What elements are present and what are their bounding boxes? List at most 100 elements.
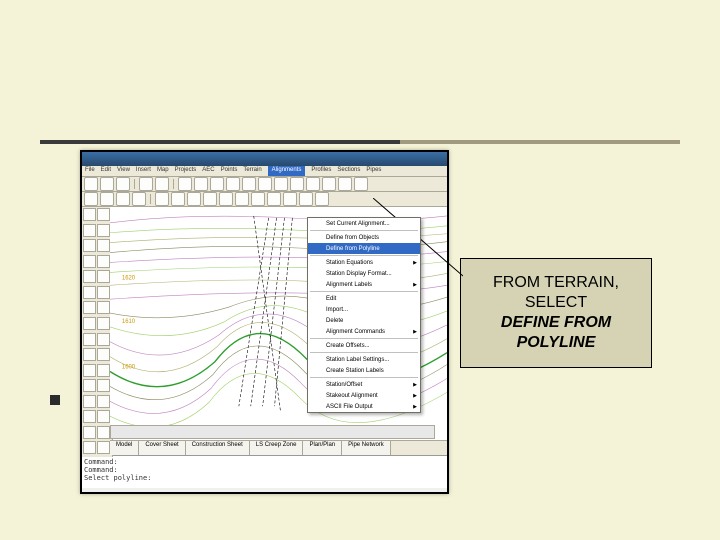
menu-item[interactable]: Create Offsets...: [308, 340, 420, 351]
menu-sections[interactable]: Sections: [337, 166, 360, 176]
side-tool[interactable]: [83, 410, 96, 423]
side-tool[interactable]: [83, 426, 96, 439]
side-tool[interactable]: [83, 364, 96, 377]
toolbar-button[interactable]: [171, 192, 185, 206]
side-tool[interactable]: [83, 348, 96, 361]
menu-item[interactable]: ASCII File Output: [308, 401, 420, 412]
menu-item[interactable]: Alignment Labels: [308, 279, 420, 290]
menubar[interactable]: File Edit View Insert Map Projects AEC P…: [82, 166, 447, 177]
toolbar-button[interactable]: [84, 192, 98, 206]
side-tool[interactable]: [97, 270, 110, 283]
menu-edit[interactable]: Edit: [101, 166, 111, 176]
toolbar-button[interactable]: [242, 177, 256, 191]
side-tool[interactable]: [83, 441, 96, 454]
menu-item[interactable]: Stakeout Alignment: [308, 390, 420, 401]
toolbar-button[interactable]: [84, 177, 98, 191]
toolbar-button[interactable]: [299, 192, 313, 206]
side-tool[interactable]: [97, 224, 110, 237]
side-tool[interactable]: [97, 286, 110, 299]
toolbar-button[interactable]: [306, 177, 320, 191]
layout-tab[interactable]: Pipe Network: [342, 441, 391, 455]
layout-tab[interactable]: Construction Sheet: [186, 441, 250, 455]
menu-alignments[interactable]: Alignments: [268, 166, 306, 176]
menu-item[interactable]: Define from Polyline: [308, 243, 420, 254]
menu-file[interactable]: File: [85, 166, 95, 176]
toolbar-button[interactable]: [155, 192, 169, 206]
side-tool[interactable]: [83, 317, 96, 330]
side-tool[interactable]: [83, 379, 96, 392]
horizontal-scrollbar[interactable]: [110, 425, 435, 439]
toolbar-button[interactable]: [315, 192, 329, 206]
side-tool[interactable]: [97, 255, 110, 268]
toolbar-button[interactable]: [290, 177, 304, 191]
menu-item[interactable]: Delete: [308, 315, 420, 326]
menu-item[interactable]: Define from Objects: [308, 232, 420, 243]
toolbar-button[interactable]: [116, 177, 130, 191]
side-tool[interactable]: [83, 239, 96, 252]
side-tool[interactable]: [83, 270, 96, 283]
toolbar-button[interactable]: [155, 177, 169, 191]
menu-aec[interactable]: AEC: [202, 166, 214, 176]
toolbar-button[interactable]: [132, 192, 146, 206]
menu-item[interactable]: Import...: [308, 304, 420, 315]
toolbar-button[interactable]: [274, 177, 288, 191]
menu-item[interactable]: Create Station Labels: [308, 365, 420, 376]
side-tool[interactable]: [97, 317, 110, 330]
menu-item[interactable]: Station/Offset: [308, 379, 420, 390]
toolbar-button[interactable]: [194, 177, 208, 191]
layout-tab[interactable]: Cover Sheet: [139, 441, 185, 455]
menu-points[interactable]: Points: [221, 166, 238, 176]
menu-view[interactable]: View: [117, 166, 130, 176]
layout-tab[interactable]: Plan/Plan: [303, 441, 342, 455]
side-tool[interactable]: [83, 255, 96, 268]
side-tool[interactable]: [97, 239, 110, 252]
toolbar-button[interactable]: [203, 192, 217, 206]
toolbar-button[interactable]: [100, 177, 114, 191]
toolbar-button[interactable]: [338, 177, 352, 191]
toolbar-button[interactable]: [354, 177, 368, 191]
menu-projects[interactable]: Projects: [175, 166, 197, 176]
side-tool[interactable]: [97, 395, 110, 408]
menu-item[interactable]: Station Display Format...: [308, 268, 420, 279]
side-tool[interactable]: [83, 395, 96, 408]
toolbar-button[interactable]: [251, 192, 265, 206]
menu-item[interactable]: Set Current Alignment...: [308, 218, 420, 229]
toolbar-button[interactable]: [100, 192, 114, 206]
menu-item[interactable]: Edit: [308, 293, 420, 304]
toolbar-button[interactable]: [226, 177, 240, 191]
toolbar-button[interactable]: [210, 177, 224, 191]
menu-map[interactable]: Map: [157, 166, 169, 176]
toolbar-button[interactable]: [283, 192, 297, 206]
side-tool[interactable]: [97, 208, 110, 221]
side-tool[interactable]: [83, 301, 96, 314]
side-tool[interactable]: [83, 224, 96, 237]
layout-tab[interactable]: LS Creep Zone: [250, 441, 304, 455]
side-tool[interactable]: [97, 441, 110, 454]
side-tool[interactable]: [97, 301, 110, 314]
side-tool[interactable]: [83, 286, 96, 299]
toolbar-button[interactable]: [116, 192, 130, 206]
side-tool[interactable]: [97, 348, 110, 361]
toolbar-button[interactable]: [219, 192, 233, 206]
toolbar-button[interactable]: [267, 192, 281, 206]
menu-pipes[interactable]: Pipes: [366, 166, 381, 176]
menu-profiles[interactable]: Profiles: [311, 166, 331, 176]
side-tool[interactable]: [97, 410, 110, 423]
toolbar-button[interactable]: [178, 177, 192, 191]
side-tool[interactable]: [97, 364, 110, 377]
side-tool[interactable]: [83, 208, 96, 221]
menu-item[interactable]: Station Label Settings...: [308, 354, 420, 365]
side-tool[interactable]: [97, 426, 110, 439]
toolbar-button[interactable]: [258, 177, 272, 191]
menu-insert[interactable]: Insert: [136, 166, 151, 176]
menu-item[interactable]: Station Equations: [308, 257, 420, 268]
toolbar-button[interactable]: [187, 192, 201, 206]
side-tool[interactable]: [83, 333, 96, 346]
toolbar-button[interactable]: [235, 192, 249, 206]
layout-tab[interactable]: Model: [110, 441, 139, 455]
command-line-panel[interactable]: Command: Command: Select polyline:: [82, 455, 447, 488]
side-tool[interactable]: [97, 333, 110, 346]
toolbar-button[interactable]: [322, 177, 336, 191]
toolbar-button[interactable]: [139, 177, 153, 191]
menu-item[interactable]: Alignment Commands: [308, 326, 420, 337]
